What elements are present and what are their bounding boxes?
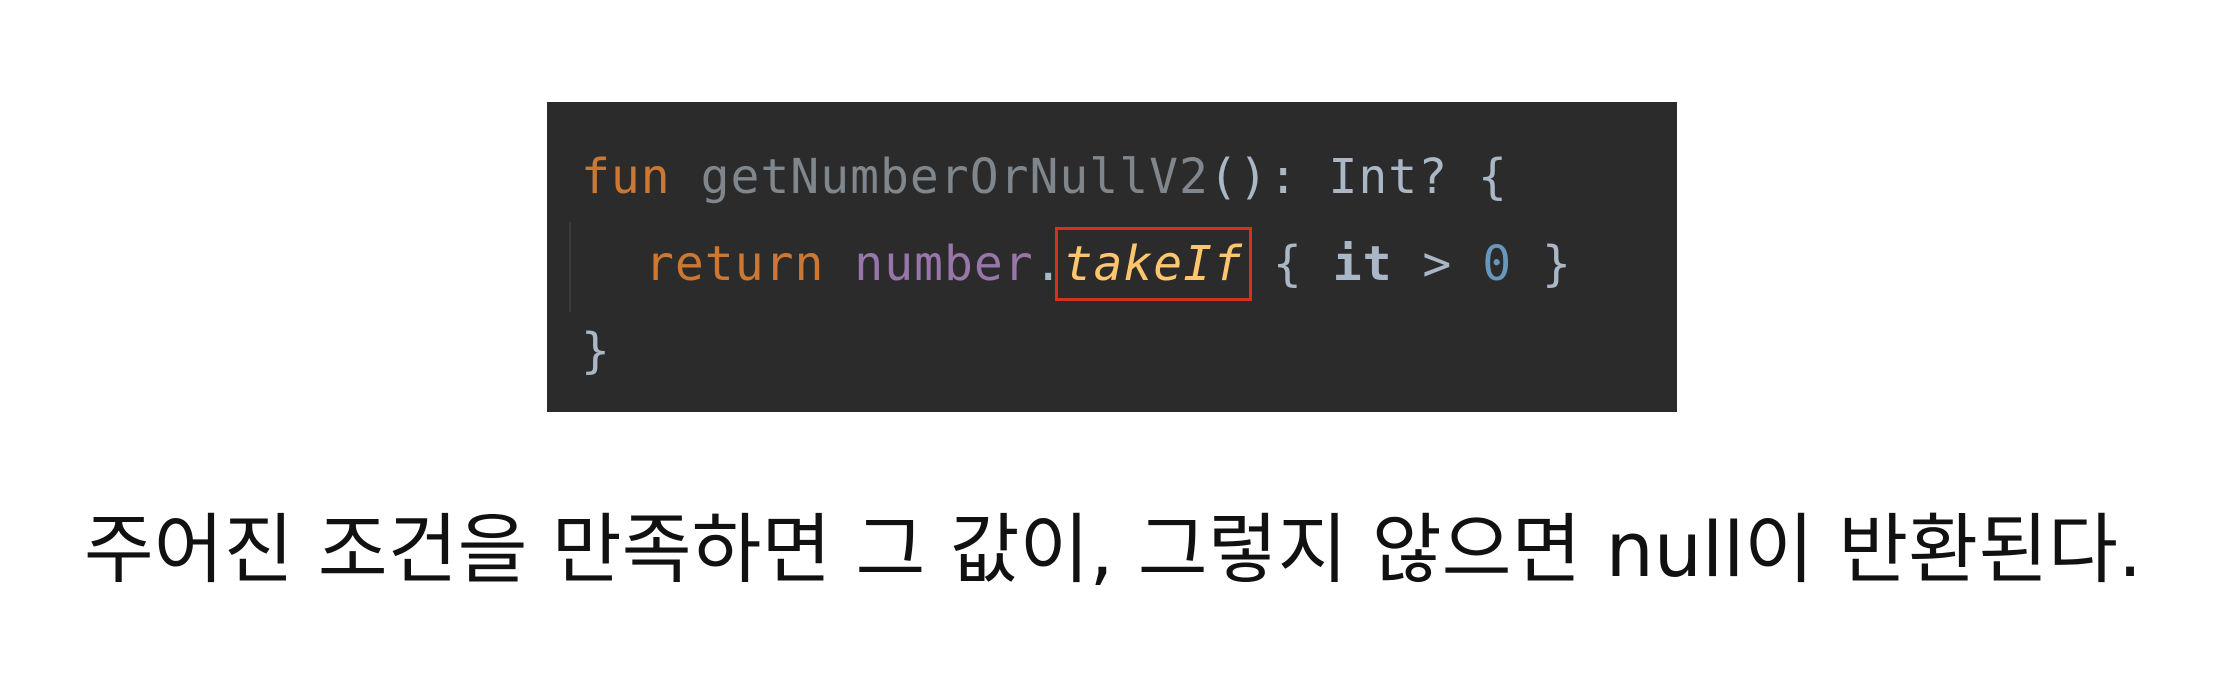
function-name: getNumberOrNullV2 (700, 149, 1209, 205)
keyword-it: it (1332, 236, 1393, 292)
keyword-return: return (645, 236, 825, 292)
lambda-open-brace: { (1272, 236, 1303, 292)
number-literal-zero: 0 (1482, 236, 1513, 292)
dot-operator: . (1033, 236, 1064, 292)
open-brace: { (1478, 149, 1508, 205)
variable-number: number (854, 236, 1034, 292)
code-snippet: fun getNumberOrNullV2(): Int? { return n… (547, 102, 1677, 412)
code-line-2: return number.takeIf { it > 0 } (645, 227, 1572, 301)
close-brace: } (581, 323, 611, 379)
function-params: (): (1208, 149, 1299, 205)
highlighted-takeif: takeIf (1054, 227, 1253, 301)
greater-than-operator: > (1422, 236, 1453, 292)
code-line-3: } (581, 321, 611, 381)
indent-guide (569, 222, 571, 312)
keyword-fun: fun (581, 149, 671, 205)
return-type: Int? (1328, 149, 1449, 205)
caption-text: 주어진 조건을 만족하면 그 값이, 그렇지 않으면 null이 반환된다. (83, 505, 2143, 594)
code-line-1: fun getNumberOrNullV2(): Int? { (581, 147, 1508, 207)
lambda-close-brace: } (1542, 236, 1572, 292)
